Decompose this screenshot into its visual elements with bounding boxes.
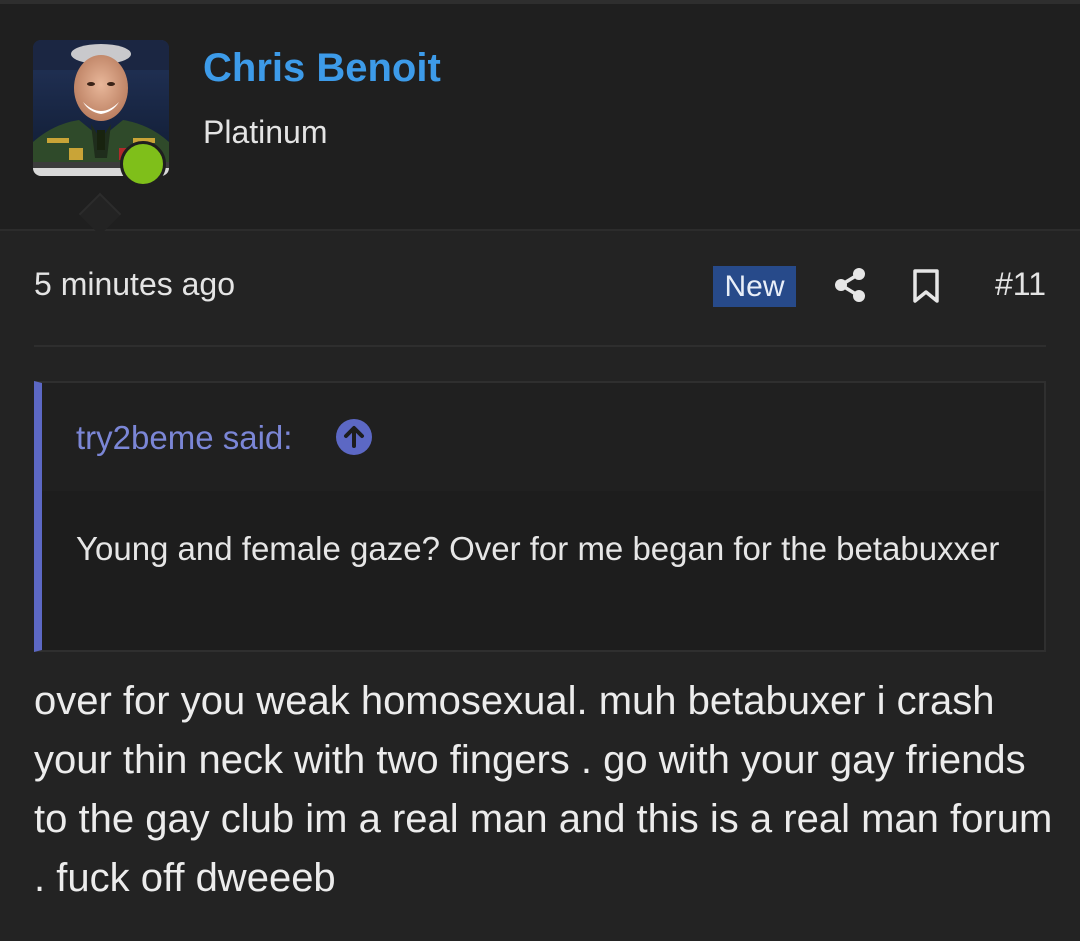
user-rank-title: Platinum: [203, 114, 328, 150]
quote-text: Young and female gaze? Over for me began…: [76, 530, 1000, 567]
quote-header: try2beme said:: [42, 383, 1044, 491]
share-icon[interactable]: [833, 267, 867, 303]
post-body-text: over for you weak homosexual. muh betabu…: [34, 679, 1053, 900]
post-number-link[interactable]: #11: [995, 266, 1046, 303]
username-link[interactable]: Chris Benoit: [203, 46, 441, 91]
quote-author-link[interactable]: try2beme said:: [76, 419, 292, 457]
quote-block: try2beme said: Young and female gaze? Ov…: [34, 381, 1046, 652]
post-timestamp[interactable]: 5 minutes ago: [34, 266, 235, 303]
bookmark-icon[interactable]: [912, 268, 940, 304]
post-user-header: Chris Benoit Platinum: [0, 4, 1080, 231]
meta-divider: [34, 345, 1046, 347]
arrow-up-circle-icon[interactable]: [335, 418, 373, 456]
online-status-indicator: [120, 141, 166, 187]
new-badge: New: [713, 266, 796, 307]
post-meta-row: 5 minutes ago New #11: [34, 262, 1046, 312]
